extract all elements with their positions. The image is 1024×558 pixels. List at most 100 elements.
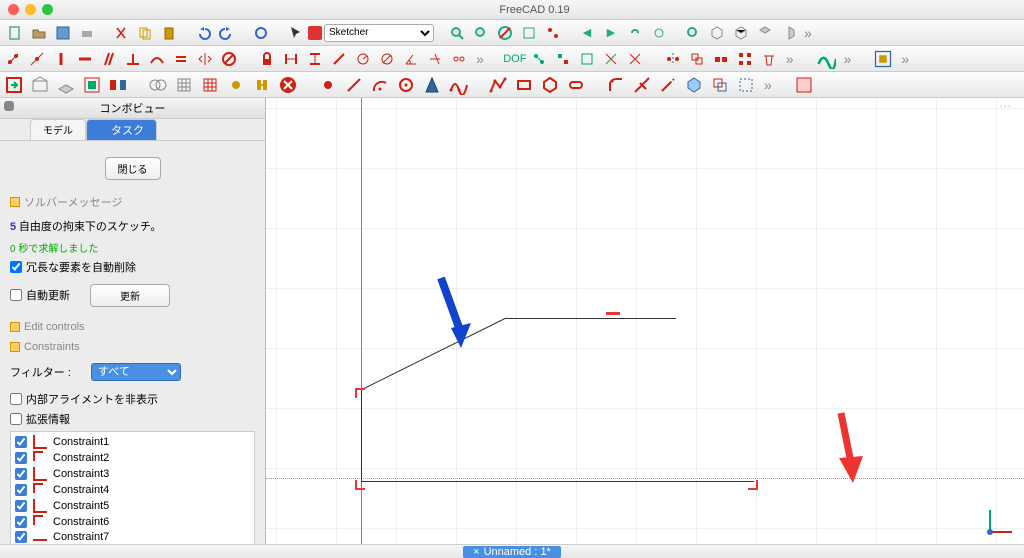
select-element-icon[interactable] [578, 50, 596, 68]
merge-sketch-icon[interactable] [148, 75, 168, 95]
rect-array-icon[interactable] [736, 50, 754, 68]
auto-remove-checkbox[interactable] [10, 261, 22, 273]
hide-internal-checkbox-row[interactable]: 内部アライメントを非表示 [10, 391, 255, 407]
extend-tool-icon[interactable] [658, 75, 678, 95]
top-view-icon[interactable] [754, 22, 776, 44]
trim-tool-icon[interactable] [632, 75, 652, 95]
solver-section-header[interactable]: ソルバーメッセージ [10, 194, 255, 210]
clone-icon[interactable] [688, 50, 706, 68]
3d-view[interactable]: ''' [266, 98, 1024, 544]
mirror-sketch-icon[interactable] [108, 75, 128, 95]
front-view-icon[interactable] [730, 22, 752, 44]
copy-sketch-icon[interactable] [712, 50, 730, 68]
bspline-tool-icon[interactable] [448, 75, 468, 95]
zoom-fit-icon[interactable] [470, 22, 492, 44]
symmetry-icon[interactable] [664, 50, 682, 68]
constraints-section[interactable]: Constraints [10, 341, 255, 353]
paste-icon[interactable] [158, 22, 180, 44]
delete-all-icon[interactable] [760, 50, 778, 68]
constraint-equal-icon[interactable] [172, 50, 190, 68]
conic-tool-icon[interactable] [422, 75, 442, 95]
constraint-disty-icon[interactable] [306, 50, 324, 68]
view-sketch-icon[interactable] [30, 75, 50, 95]
virtual-space-icon[interactable] [873, 49, 893, 69]
document-tab[interactable]: × Unnamed : 1* [463, 546, 561, 558]
toolbar2-chevron1-icon[interactable]: » [474, 51, 486, 67]
toolbar3-chevron-icon[interactable]: » [762, 77, 774, 93]
external-tool-icon[interactable] [684, 75, 704, 95]
circle-tool-icon[interactable] [396, 75, 416, 95]
toolbar2-chevron4-icon[interactable]: » [899, 51, 911, 67]
constraint-item[interactable]: Constraint4 [13, 482, 252, 498]
tab-task[interactable]: タスク [86, 119, 157, 140]
sketch-edge[interactable] [506, 318, 676, 319]
constraint-perpendicular-icon[interactable] [124, 50, 142, 68]
filter-select[interactable]: すべて [91, 363, 181, 381]
slot-tool-icon[interactable] [566, 75, 586, 95]
close-tab-icon[interactable]: × [473, 546, 479, 558]
select-dof-icon[interactable]: DOF [506, 50, 524, 68]
constraint-dist-icon[interactable] [330, 50, 348, 68]
auto-update-checkbox-row[interactable]: 自動更新 [10, 287, 70, 303]
nav-left-icon[interactable]: ◀ [576, 22, 598, 44]
constraint-item[interactable]: Constraint3 [13, 466, 252, 482]
line-tool-icon[interactable] [344, 75, 364, 95]
sketch-edge[interactable] [361, 388, 362, 481]
constraint-horizontal-icon[interactable] [76, 50, 94, 68]
undo-icon[interactable] [192, 22, 214, 44]
link-icon[interactable] [624, 22, 646, 44]
toolbar-chevron-icon[interactable]: » [802, 25, 814, 41]
cursor-icon[interactable] [284, 22, 306, 44]
constraint-lock-icon[interactable] [258, 50, 276, 68]
measure-icon[interactable] [542, 22, 564, 44]
toolbar2-chevron2-icon[interactable]: » [784, 51, 796, 67]
constraint-item[interactable]: Constraint5 [13, 498, 252, 514]
sketch-edge[interactable] [361, 481, 754, 482]
auto-update-checkbox[interactable] [10, 289, 22, 301]
constraint-distx-icon[interactable] [282, 50, 300, 68]
bbox-icon[interactable] [518, 22, 540, 44]
point-tool-icon[interactable] [318, 75, 338, 95]
auto-remove-checkbox-row[interactable]: 冗長な要素を自動削除 [10, 259, 255, 275]
new-icon[interactable] [4, 22, 26, 44]
grid-icon[interactable] [174, 75, 194, 95]
arc-tool-icon[interactable] [370, 75, 390, 95]
close-button[interactable]: 閉じる [105, 157, 161, 180]
save-icon[interactable] [52, 22, 74, 44]
stop-icon[interactable] [278, 75, 298, 95]
constraint-item[interactable]: Constraint7 [13, 530, 252, 544]
constraint-tangent-icon[interactable] [148, 50, 166, 68]
constraint-item[interactable]: Constraint2 [13, 450, 252, 466]
constraint-item[interactable]: Constraint1 [13, 434, 252, 450]
constraint-snell-icon[interactable] [426, 50, 444, 68]
workbench-selector[interactable]: Sketcher [308, 24, 434, 42]
maximize-window-icon[interactable] [42, 4, 53, 15]
hsection-icon[interactable] [252, 75, 272, 95]
draw-style-icon[interactable] [494, 22, 516, 44]
grid-red-icon[interactable] [200, 75, 220, 95]
cut-icon[interactable] [110, 22, 132, 44]
vertex-marker[interactable] [355, 388, 365, 398]
ext-info-checkbox[interactable] [10, 413, 22, 425]
select-redundant-icon[interactable] [602, 50, 620, 68]
rectangle-tool-icon[interactable] [514, 75, 534, 95]
vertex-marker[interactable] [355, 480, 365, 490]
constraint-angle-icon[interactable] [402, 50, 420, 68]
fillet-tool-icon[interactable] [606, 75, 626, 95]
constraint-diameter-icon[interactable] [378, 50, 396, 68]
polyline-tool-icon[interactable] [488, 75, 508, 95]
workbench-select[interactable]: Sketcher [324, 24, 434, 42]
zoom-search-icon[interactable] [682, 22, 704, 44]
ext-info-checkbox-row[interactable]: 拡張情報 [10, 411, 255, 427]
constraint-point-icon[interactable] [28, 50, 46, 68]
vertex-marker[interactable] [748, 480, 758, 490]
link-sub-icon[interactable] [648, 22, 670, 44]
update-button[interactable]: 更新 [90, 284, 170, 307]
constraint-parallel-icon[interactable] [100, 50, 118, 68]
constraint-vertical-icon[interactable] [52, 50, 70, 68]
constraint-coincident-icon[interactable] [4, 50, 22, 68]
constraint-item[interactable]: Constraint6 [13, 514, 252, 530]
constraint-radius-icon[interactable] [354, 50, 372, 68]
hide-internal-checkbox[interactable] [10, 393, 22, 405]
refresh-icon[interactable] [250, 22, 272, 44]
